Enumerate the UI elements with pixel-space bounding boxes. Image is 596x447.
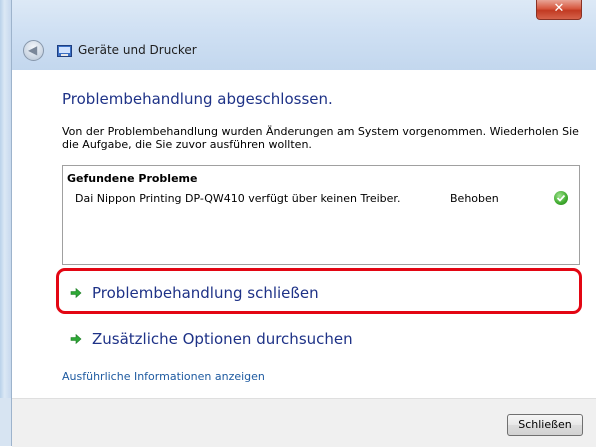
page-description: Von der Problembehandlung wurden Änderun… (62, 125, 579, 151)
action-label: Problembehandlung schließen (92, 284, 319, 302)
window-titlebar (12, 0, 596, 70)
close-icon: ✕ (553, 1, 565, 16)
green-check-icon (554, 191, 568, 205)
green-arrow-icon (70, 287, 82, 299)
back-arrow-icon: ◀ (28, 43, 38, 57)
page-heading: Problembehandlung abgeschlossen. (62, 90, 333, 108)
problems-list: Gefundene Probleme Dai Nippon Printing D… (62, 165, 580, 265)
window-title: Geräte und Drucker (78, 43, 197, 57)
back-button[interactable]: ◀ (23, 40, 44, 61)
problem-status: Behoben (450, 192, 499, 205)
close-button[interactable]: Schließen (507, 414, 583, 436)
details-link[interactable]: Ausführliche Informationen anzeigen (62, 370, 265, 383)
window-left-border-bottom (0, 398, 11, 446)
window-left-border (0, 0, 12, 446)
green-arrow-icon (70, 333, 82, 345)
devices-printers-icon (57, 45, 72, 57)
problem-row: Dai Nippon Printing DP-QW410 verfügt übe… (75, 191, 575, 208)
troubleshooter-window: ✕ ◀ Geräte und Drucker Problembehandlung… (0, 0, 596, 447)
window-close-button[interactable]: ✕ (536, 0, 582, 20)
problem-text: Dai Nippon Printing DP-QW410 verfügt übe… (75, 192, 401, 205)
problems-heading: Gefundene Probleme (67, 172, 198, 185)
action-label: Zusätzliche Optionen durchsuchen (92, 330, 353, 348)
